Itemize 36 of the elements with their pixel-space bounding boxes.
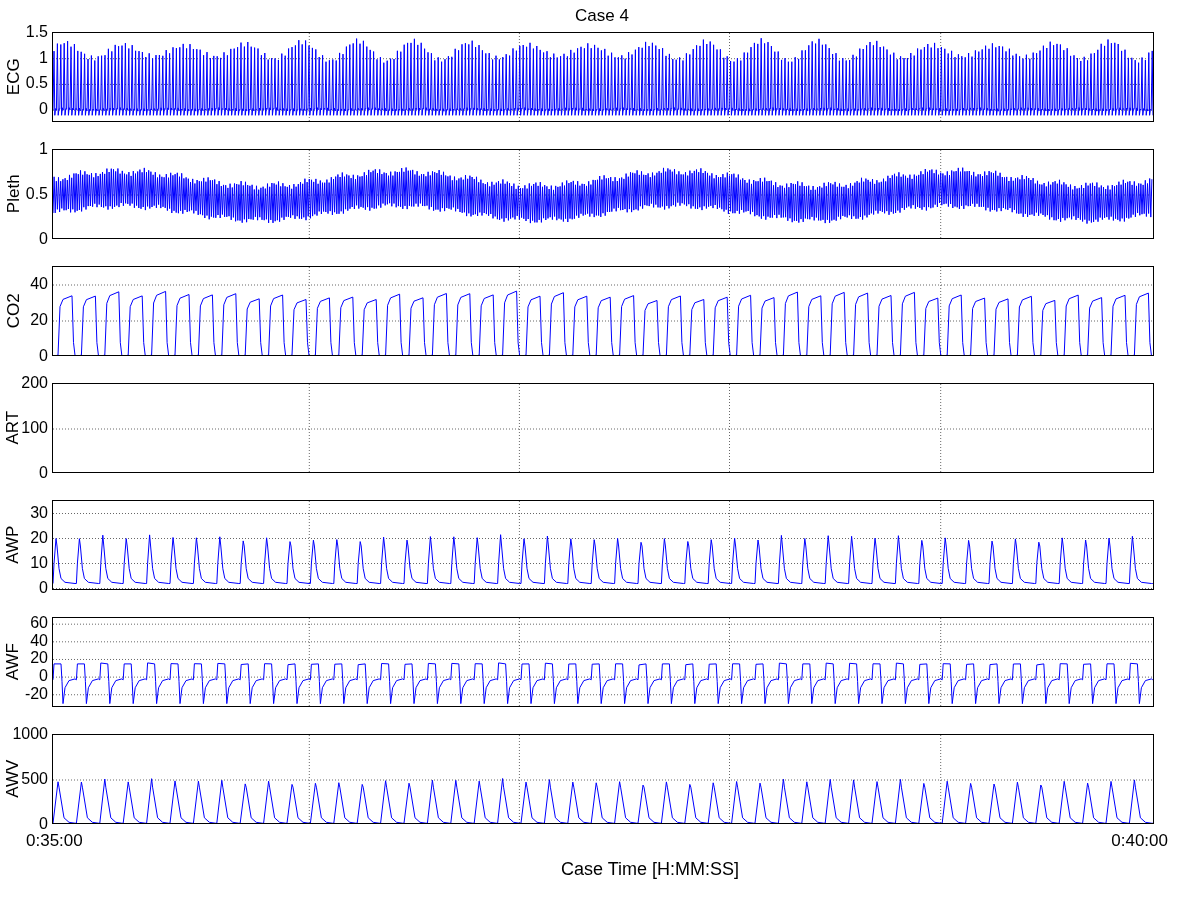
tick-label: 1 xyxy=(39,141,48,157)
axis-label: AWV xyxy=(2,759,23,799)
chart-title: Case 4 xyxy=(575,5,629,28)
tick-label: 40 xyxy=(30,276,48,292)
tick-label: 1000 xyxy=(12,726,48,742)
tick-label: 10 xyxy=(30,554,48,571)
tick-label: 0:35:00 xyxy=(26,830,83,852)
tick-label: 20 xyxy=(30,529,48,546)
axis-label: AWF xyxy=(2,643,24,681)
tick-label: 0 xyxy=(39,465,48,481)
tick-label: 500 xyxy=(21,771,48,787)
axis-label: ART xyxy=(2,411,23,445)
tick-label: 0 xyxy=(39,231,48,247)
tick-label: 40 xyxy=(30,632,48,649)
axis-label: CO2 xyxy=(2,293,24,329)
tick-label: 200 xyxy=(21,375,48,391)
tick-label: 0:40:00 xyxy=(1111,830,1168,852)
tick-label: 100 xyxy=(21,420,48,436)
axis-label: AWP xyxy=(2,525,24,565)
tick-label: 1 xyxy=(39,49,48,66)
tick-label: 20 xyxy=(30,312,48,328)
tick-label: 0.5 xyxy=(25,186,48,202)
tick-label: 0 xyxy=(39,101,48,118)
tick-label: 1.5 xyxy=(25,24,48,40)
axis-label: Pleth xyxy=(2,174,24,214)
tick-label: 0.5 xyxy=(25,75,48,92)
axis-label: Case Time [H:MM:SS] xyxy=(561,857,739,881)
tick-label: 0 xyxy=(39,668,48,685)
tick-label: 0 xyxy=(39,816,48,832)
tick-label: -20 xyxy=(24,685,48,702)
axis-label: ECG xyxy=(2,58,24,96)
tick-label: 0 xyxy=(39,348,48,364)
tick-label: 60 xyxy=(30,615,48,632)
tick-label: 0 xyxy=(39,579,48,596)
tick-label: 30 xyxy=(30,504,48,521)
tick-label: 20 xyxy=(30,650,48,667)
